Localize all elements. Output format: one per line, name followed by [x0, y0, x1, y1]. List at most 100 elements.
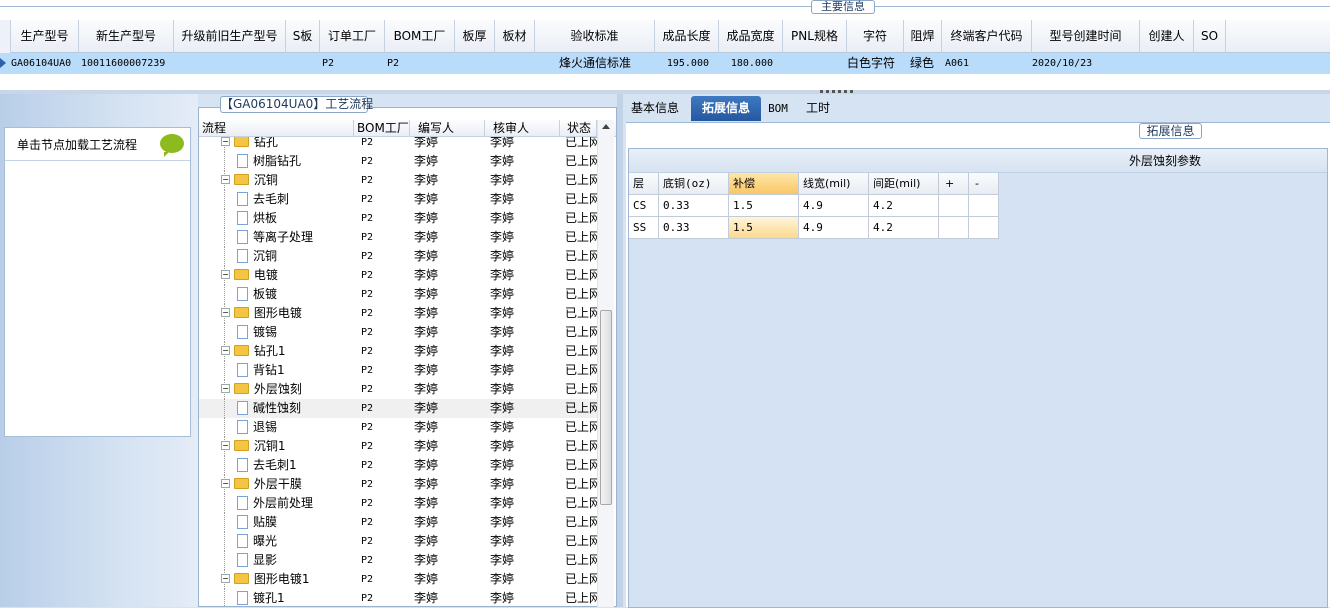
flow-step-row[interactable]: 曝光 P2 李婷 李婷 已上网	[199, 532, 597, 551]
flow-step-row[interactable]: 去毛刺 P2 李婷 李婷 已上网	[199, 190, 597, 209]
flow-group-row[interactable]: − 图形电镀1 P2 李婷 李婷 已上网	[199, 570, 597, 589]
flow-step-row[interactable]: 背钻1 P2 李婷 李婷 已上网	[199, 361, 597, 380]
flow-node[interactable]: − 图形电镀	[221, 304, 354, 323]
flow-col-status[interactable]: 状态	[560, 120, 597, 137]
collapse-toggle-icon[interactable]: −	[221, 441, 230, 450]
flow-group-row[interactable]: − 沉铜1 P2 李婷 李婷 已上网	[199, 437, 597, 456]
process-load-box[interactable]: 单击节点加载工艺流程	[4, 127, 191, 437]
col-bom-factory[interactable]: BOM工厂	[385, 20, 455, 53]
flow-step-row[interactable]: 镀锡 P2 李婷 李婷 已上网	[199, 323, 597, 342]
flow-col-bom[interactable]: BOM工厂	[354, 120, 410, 137]
scrollbar-thumb[interactable]	[600, 310, 612, 505]
flow-group-row[interactable]: − 外层干膜 P2 李婷 李婷 已上网	[199, 475, 597, 494]
collapse-toggle-icon[interactable]: −	[221, 479, 230, 488]
grid-col-base-cu[interactable]: 底铜(oz)	[659, 173, 729, 195]
collapse-toggle-icon[interactable]: −	[221, 346, 230, 355]
flow-node[interactable]: 镀锡	[237, 323, 354, 342]
flow-node[interactable]: 去毛刺	[237, 190, 354, 209]
flow-node[interactable]: 退锡	[237, 418, 354, 437]
flow-group-row[interactable]: − 钻孔1 P2 李婷 李婷 已上网	[199, 342, 597, 361]
col-acceptance[interactable]: 验收标准	[535, 20, 655, 53]
col-s-board[interactable]: S板	[286, 20, 320, 53]
collapse-toggle-icon[interactable]: −	[221, 175, 230, 184]
flow-node[interactable]: 显影	[237, 551, 354, 570]
flow-node[interactable]: 背钻1	[237, 361, 354, 380]
flow-step-row[interactable]: 板镀 P2 李婷 李婷 已上网	[199, 285, 597, 304]
flow-node[interactable]: − 电镀	[221, 266, 354, 285]
flow-node[interactable]: − 外层蚀刻	[221, 380, 354, 399]
col-order-factory[interactable]: 订单工厂	[320, 20, 385, 53]
flow-step-row[interactable]: 树脂钻孔 P2 李婷 李婷 已上网	[199, 152, 597, 171]
col-length[interactable]: 成品长度	[655, 20, 719, 53]
grid-cell-line-width[interactable]: 4.9	[799, 195, 869, 217]
flow-node[interactable]: 镀孔1	[237, 589, 354, 607]
grid-col-spacing[interactable]: 间距(mil)	[869, 173, 939, 195]
col-material[interactable]: 板材	[495, 20, 535, 53]
collapse-toggle-icon[interactable]: −	[221, 270, 230, 279]
flow-group-row[interactable]: − 沉铜 P2 李婷 李婷 已上网	[199, 171, 597, 190]
tab-extended-info[interactable]: 拓展信息	[691, 96, 761, 121]
flow-step-row[interactable]: 外层前处理 P2 李婷 李婷 已上网	[199, 494, 597, 513]
grid-cell-spacing[interactable]: 4.2	[869, 217, 939, 239]
flow-scrollbar[interactable]	[597, 120, 614, 607]
flow-node[interactable]: 外层前处理	[237, 494, 354, 513]
tab-basic-info[interactable]: 基本信息	[623, 96, 687, 121]
grid-remove-button[interactable]: -	[969, 173, 999, 195]
grid-cell-line-width[interactable]: 4.9	[799, 217, 869, 239]
flow-node[interactable]: 贴膜	[237, 513, 354, 532]
flow-node[interactable]: 树脂钻孔	[237, 152, 354, 171]
flow-node[interactable]: 沉铜	[237, 247, 354, 266]
collapse-toggle-icon[interactable]: −	[221, 384, 230, 393]
flow-node[interactable]: 碱性蚀刻	[237, 399, 354, 418]
col-new-prod-model[interactable]: 新生产型号	[79, 20, 174, 53]
collapse-toggle-icon[interactable]: −	[221, 308, 230, 317]
flow-step-row[interactable]: 显影 P2 李婷 李婷 已上网	[199, 551, 597, 570]
grid-cell-spacing[interactable]: 4.2	[869, 195, 939, 217]
flow-node[interactable]: 去毛刺1	[237, 456, 354, 475]
flow-node[interactable]: 烘板	[237, 209, 354, 228]
col-prod-model[interactable]: 生产型号	[11, 20, 79, 53]
collapse-toggle-icon[interactable]: −	[221, 574, 230, 583]
flow-col-reviewer[interactable]: 核审人	[485, 120, 560, 137]
flow-node[interactable]: 板镀	[237, 285, 354, 304]
flow-node[interactable]: − 沉铜1	[221, 437, 354, 456]
col-solder[interactable]: 阻焊	[904, 20, 942, 53]
collapse-toggle-icon[interactable]: −	[221, 137, 230, 146]
flow-step-row[interactable]: 去毛刺1 P2 李婷 李婷 已上网	[199, 456, 597, 475]
grid-cell-comp-selected[interactable]: 1.5	[729, 217, 799, 239]
grid-col-layer[interactable]: 层	[629, 173, 659, 195]
process-load-header[interactable]: 单击节点加载工艺流程	[5, 128, 190, 161]
tab-bom[interactable]: BOM	[763, 96, 793, 121]
col-char[interactable]: 字符	[847, 20, 904, 53]
col-created[interactable]: 型号创建时间	[1032, 20, 1140, 53]
grid-col-line-width[interactable]: 线宽(mil)	[799, 173, 869, 195]
flow-col-writer[interactable]: 编写人	[410, 120, 485, 137]
flow-step-row[interactable]: 沉铜 P2 李婷 李婷 已上网	[199, 247, 597, 266]
col-width[interactable]: 成品宽度	[719, 20, 783, 53]
flow-step-row[interactable]: 退锡 P2 李婷 李婷 已上网	[199, 418, 597, 437]
flow-group-row[interactable]: − 电镀 P2 李婷 李婷 已上网	[199, 266, 597, 285]
flow-node[interactable]: 曝光	[237, 532, 354, 551]
flow-node[interactable]: − 沉铜	[221, 171, 354, 190]
flow-step-row[interactable]: 碱性蚀刻 P2 李婷 李婷 已上网	[199, 399, 597, 418]
flow-node[interactable]: − 外层干膜	[221, 475, 354, 494]
col-creator[interactable]: 创建人	[1140, 20, 1194, 53]
flow-node[interactable]: − 图形电镀1	[221, 570, 354, 589]
grid-cell-layer[interactable]: CS	[629, 195, 659, 217]
flow-group-row[interactable]: − 钻孔 P2 李婷 李婷 已上网	[199, 137, 597, 152]
flow-step-row[interactable]: 贴膜 P2 李婷 李婷 已上网	[199, 513, 597, 532]
grid-col-comp[interactable]: 补偿	[729, 173, 799, 195]
col-thickness[interactable]: 板厚	[455, 20, 495, 53]
flow-step-row[interactable]: 烘板 P2 李婷 李婷 已上网	[199, 209, 597, 228]
flow-step-row[interactable]: 等离子处理 P2 李婷 李婷 已上网	[199, 228, 597, 247]
col-pnl[interactable]: PNL规格	[783, 20, 847, 53]
col-old-prod-model[interactable]: 升级前旧生产型号	[174, 20, 286, 53]
grid-cell-base-cu[interactable]: 0.33	[659, 195, 729, 217]
flow-col-process[interactable]: 流程	[199, 120, 354, 137]
flow-group-row[interactable]: − 图形电镀 P2 李婷 李婷 已上网	[199, 304, 597, 323]
flow-node[interactable]: − 钻孔1	[221, 342, 354, 361]
grid-cell-comp[interactable]: 1.5	[729, 195, 799, 217]
main-info-row[interactable]: GA06104UA0 10011600007239 P2 P2 烽火通信标准 1…	[0, 53, 1330, 74]
flow-node[interactable]: 等离子处理	[237, 228, 354, 247]
grid-cell-base-cu[interactable]: 0.33	[659, 217, 729, 239]
